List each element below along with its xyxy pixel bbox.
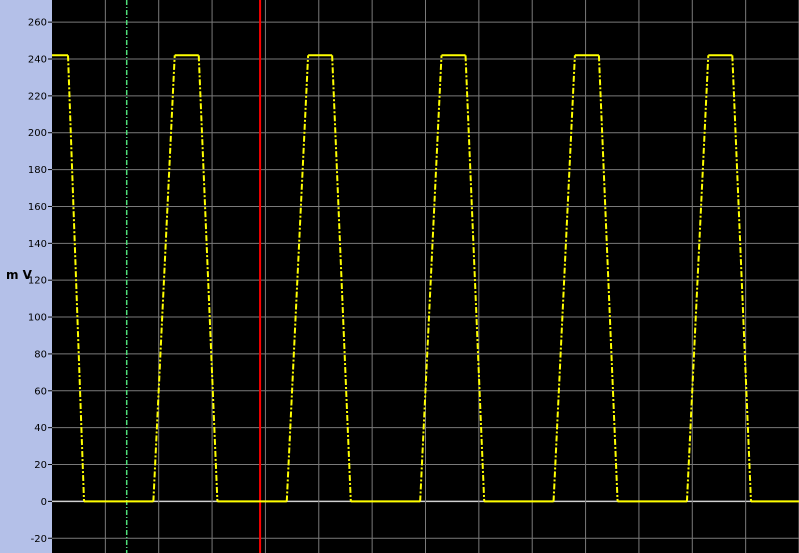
trace-edge-segment bbox=[67, 55, 86, 502]
trace-edge-segment bbox=[331, 55, 352, 502]
trace-edge-segment bbox=[464, 55, 486, 502]
trace-edge-segment bbox=[285, 55, 310, 502]
y-tick-label: 140 bbox=[28, 239, 47, 250]
y-tick-label: 160 bbox=[28, 202, 47, 213]
y-tick-label: 220 bbox=[28, 91, 47, 102]
y-tick-label: 180 bbox=[28, 165, 47, 176]
oscilloscope-window: -20 0 20 40 60 80 100 120 140 160 180 200 220 240 260 … bbox=[0, 0, 799, 553]
trace-edge-segment bbox=[597, 55, 619, 502]
trace-edge-segment bbox=[731, 55, 752, 502]
trace-edge-segment bbox=[419, 55, 443, 502]
y-tick-label: 40 bbox=[34, 423, 47, 434]
y-tick-label: 60 bbox=[34, 386, 47, 397]
y-tick-label: 0 bbox=[41, 497, 47, 508]
y-tick-label: 20 bbox=[34, 460, 47, 471]
y-axis-unit-label: m V bbox=[6, 268, 33, 282]
y-tick-label: -20 bbox=[31, 534, 47, 545]
y-tick-label: 100 bbox=[28, 313, 47, 324]
trace-edge-segment bbox=[685, 55, 710, 502]
trace-edge-segment bbox=[152, 55, 176, 502]
y-tick-label: 240 bbox=[28, 54, 47, 65]
trace-edge-segment bbox=[197, 55, 219, 502]
y-tick-label: 260 bbox=[28, 18, 47, 29]
trace-edge-segment bbox=[552, 55, 576, 502]
cursor-layer bbox=[125, 0, 262, 553]
y-tick-label: 200 bbox=[28, 128, 47, 139]
waveform-plot[interactable]: -20020406080100120140160180200220240260 … bbox=[0, 0, 799, 553]
y-tick-label: 80 bbox=[34, 349, 47, 360]
